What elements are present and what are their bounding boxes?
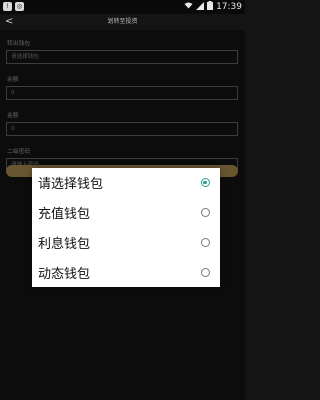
wallet-option-recharge[interactable]: 充值钱包 bbox=[32, 198, 220, 228]
page-title: 划转至投资 bbox=[107, 18, 138, 25]
wallet-select-dialog: 请选择钱包 充值钱包 利息钱包 动态钱包 bbox=[32, 168, 220, 287]
cast-icon: ◎ bbox=[15, 2, 24, 11]
wallet-option-label: 动态钱包 bbox=[38, 266, 91, 282]
app-bar: < 划转至投资 bbox=[0, 14, 245, 30]
status-time: 17:39 bbox=[216, 2, 242, 12]
wifi-icon bbox=[184, 2, 193, 12]
status-bar: ! ◎ 17:39 bbox=[0, 0, 245, 14]
radio-unchecked-icon[interactable] bbox=[201, 208, 210, 218]
status-right: 17:39 bbox=[184, 0, 242, 14]
wallet-option-label: 请选择钱包 bbox=[38, 177, 104, 193]
status-left: ! ◎ bbox=[3, 2, 24, 11]
wallet-option-select[interactable]: 请选择钱包 bbox=[32, 168, 220, 198]
wallet-option-label: 充值钱包 bbox=[38, 207, 91, 223]
wallet-option-interest[interactable]: 利息钱包 bbox=[32, 228, 220, 258]
radio-checked-icon[interactable] bbox=[201, 178, 210, 188]
battery-icon bbox=[207, 1, 214, 13]
signal-icon bbox=[196, 1, 205, 13]
notification-icon: ! bbox=[3, 2, 12, 11]
radio-unchecked-icon[interactable] bbox=[201, 237, 210, 247]
wallet-option-label: 利息钱包 bbox=[38, 236, 91, 252]
radio-unchecked-icon[interactable] bbox=[201, 267, 210, 277]
wallet-option-dynamic[interactable]: 动态钱包 bbox=[32, 257, 220, 287]
